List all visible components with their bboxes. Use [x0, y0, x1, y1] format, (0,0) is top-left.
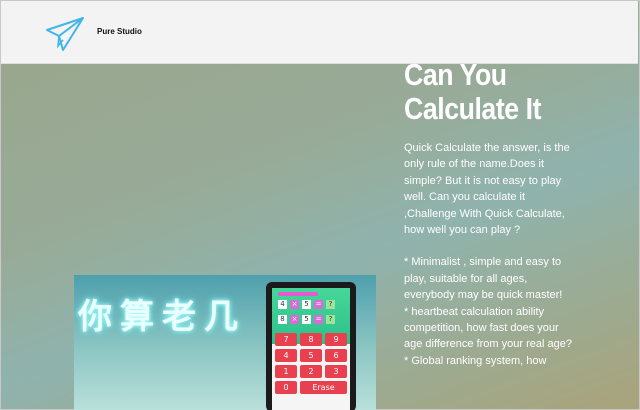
- key-2: 2: [300, 365, 322, 378]
- operand: 5: [302, 315, 311, 324]
- key-4: 4: [275, 349, 297, 362]
- operand: 4: [278, 300, 287, 309]
- brand-name[interactable]: Pure Studio: [97, 27, 142, 36]
- answer: ?: [326, 315, 335, 324]
- paper-plane-icon[interactable]: [45, 16, 85, 52]
- tablet-device: 4 × 5 = ? 8 × 5 = ? 7 8 9 4 5 6 1 2 3 0 …: [266, 282, 356, 410]
- key-3: 3: [325, 365, 347, 378]
- feature-item: * heartbeat calculation ability competit…: [404, 305, 572, 351]
- operand: 8: [278, 315, 287, 324]
- key-7: 7: [275, 333, 297, 346]
- title-line-2: Calculate It: [404, 91, 542, 126]
- site-header: Pure Studio: [1, 1, 638, 64]
- description: Quick Calculate the answer, is the only …: [404, 140, 574, 369]
- feature-item: * Global ranking system, how: [404, 354, 547, 367]
- operator: ×: [290, 300, 299, 309]
- app-screenshot: 你算老几 4 × 5 = ? 8 × 5 = ? 7 8 9 4 5 6 1 2…: [74, 275, 376, 410]
- key-9: 9: [325, 333, 347, 346]
- title-line-1: Can You: [404, 57, 507, 92]
- banner-text: 你算老几: [78, 297, 246, 337]
- description-paragraph: Quick Calculate the answer, is the only …: [404, 142, 570, 237]
- operand: 5: [302, 300, 311, 309]
- equals: =: [314, 315, 323, 324]
- equation-row: 8 × 5 = ?: [278, 315, 335, 324]
- equals: =: [314, 300, 323, 309]
- keypad: 7 8 9 4 5 6 1 2 3 0 Erase: [275, 333, 349, 394]
- key-erase: Erase: [300, 381, 347, 394]
- page-title: Can You Calculate It: [404, 58, 559, 126]
- key-0: 0: [275, 381, 297, 394]
- key-1: 1: [275, 365, 297, 378]
- key-5: 5: [300, 349, 322, 362]
- feature-item: * Minimalist , simple and easy to play, …: [404, 256, 563, 302]
- operator: ×: [290, 315, 299, 324]
- answer: ?: [326, 300, 335, 309]
- game-screen: 4 × 5 = ? 8 × 5 = ? 7 8 9 4 5 6 1 2 3 0 …: [272, 288, 350, 410]
- timer-bar: [278, 292, 318, 296]
- key-6: 6: [325, 349, 347, 362]
- equation-row: 4 × 5 = ?: [278, 300, 335, 309]
- key-8: 8: [300, 333, 322, 346]
